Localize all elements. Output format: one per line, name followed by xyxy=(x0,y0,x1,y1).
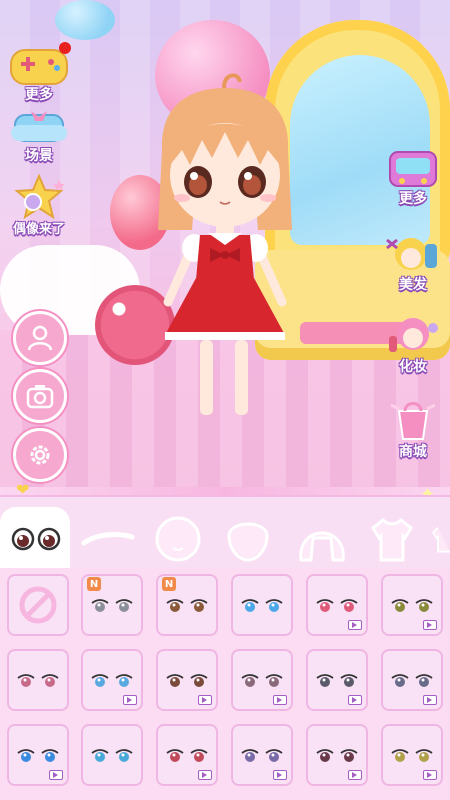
shirt-icon xyxy=(371,518,413,562)
eyebrows-tab[interactable] xyxy=(78,513,138,565)
eye-style-item[interactable] xyxy=(7,649,69,711)
eye-pair-icon xyxy=(17,674,59,687)
blue-balloon xyxy=(55,0,115,40)
eye-style-grid: NN xyxy=(0,568,450,800)
video-ad-icon xyxy=(423,770,437,780)
eye-pair-icon xyxy=(166,749,208,762)
star-trophy-icon xyxy=(9,172,69,222)
eye-pair-icon xyxy=(241,749,283,762)
eye-style-item[interactable]: N xyxy=(81,574,143,636)
video-ad-icon xyxy=(348,620,362,630)
category-tabbar xyxy=(0,495,450,570)
eye-pair-icon xyxy=(316,674,358,687)
eyes-tab[interactable] xyxy=(0,507,70,570)
eye-style-item[interactable] xyxy=(306,574,368,636)
tv-icon xyxy=(386,148,440,192)
accessory-tab[interactable] xyxy=(432,513,450,565)
eyebrow-icon xyxy=(81,532,135,546)
eye-style-item[interactable] xyxy=(306,649,368,711)
video-ad-icon xyxy=(348,695,362,705)
scene-label: 场景 xyxy=(25,148,53,164)
settings-button[interactable] xyxy=(13,428,67,482)
face-tab[interactable] xyxy=(218,513,278,565)
video-ad-icon xyxy=(423,620,437,630)
video-ad-icon xyxy=(273,770,287,780)
makeup-icon xyxy=(383,310,443,360)
more-games-button[interactable]: 更多 xyxy=(5,40,73,104)
camera-icon xyxy=(26,385,54,409)
makeup-label: 化妆 xyxy=(399,359,427,375)
video-ad-icon xyxy=(123,695,137,705)
idol-button[interactable]: 偶像来了 xyxy=(2,172,76,237)
eyes-icon xyxy=(11,527,61,550)
user-group-icon xyxy=(27,325,53,351)
new-badge: N xyxy=(162,577,176,591)
video-ad-icon xyxy=(273,695,287,705)
hair-salon-button[interactable]: 美发 xyxy=(380,228,446,294)
eye-pair-icon xyxy=(391,674,433,687)
eye-pair-icon xyxy=(316,749,358,762)
eye-style-item[interactable] xyxy=(231,724,293,786)
eye-style-item[interactable] xyxy=(231,574,293,636)
eye-style-item[interactable] xyxy=(7,724,69,786)
eye-pair-icon xyxy=(391,599,433,612)
more-games-label: 更多 xyxy=(25,87,53,103)
eye-pair-icon xyxy=(166,674,208,687)
accessory-icon xyxy=(432,526,450,553)
video-ad-icon xyxy=(348,770,362,780)
hair-salon-label: 美发 xyxy=(399,277,427,293)
eye-pair-icon xyxy=(91,599,133,612)
more-right-button[interactable]: 更多 xyxy=(383,148,443,208)
friends-button[interactable] xyxy=(13,311,67,365)
video-ad-icon xyxy=(198,695,212,705)
eye-pair-icon xyxy=(241,599,283,612)
video-ad-icon xyxy=(198,770,212,780)
new-badge: N xyxy=(87,577,101,591)
camera-button[interactable] xyxy=(13,369,67,423)
eye-style-item[interactable] xyxy=(81,724,143,786)
eye-pair-icon xyxy=(316,599,358,612)
clothes-tab[interactable] xyxy=(362,513,422,565)
sofa-icon xyxy=(7,105,71,149)
hair-icon xyxy=(299,531,345,562)
doll-character[interactable] xyxy=(150,70,300,420)
eye-style-item[interactable] xyxy=(156,724,218,786)
eye-pair-icon xyxy=(17,749,59,762)
gamepad-icon xyxy=(7,40,71,88)
eye-style-item[interactable] xyxy=(156,649,218,711)
eye-style-item[interactable] xyxy=(231,649,293,711)
video-ad-icon xyxy=(423,695,437,705)
idol-label: 偶像来了 xyxy=(12,222,65,237)
prohibited-icon xyxy=(19,586,57,624)
hair-salon-icon xyxy=(383,228,443,278)
video-ad-icon xyxy=(49,770,63,780)
eye-style-item[interactable] xyxy=(381,649,443,711)
eye-style-item[interactable]: N xyxy=(156,574,218,636)
shop-bag-icon xyxy=(383,395,443,445)
remove-item-button[interactable] xyxy=(7,574,69,636)
shop-button[interactable]: 商城 xyxy=(380,395,446,461)
gear-icon xyxy=(30,445,50,465)
mouth-tab[interactable] xyxy=(148,513,208,565)
eye-style-item[interactable] xyxy=(306,724,368,786)
face-shape-icon xyxy=(227,522,269,562)
eye-pair-icon xyxy=(166,599,208,612)
eye-pair-icon xyxy=(91,674,133,687)
eye-pair-icon xyxy=(91,749,133,762)
eye-style-item[interactable] xyxy=(381,724,443,786)
more-right-label: 更多 xyxy=(399,191,427,207)
hair-tab[interactable] xyxy=(292,513,352,565)
eye-pair-icon xyxy=(391,749,433,762)
shop-label: 商城 xyxy=(399,444,427,460)
eye-style-item[interactable] xyxy=(81,649,143,711)
eye-pair-icon xyxy=(241,674,283,687)
face-outline-icon xyxy=(155,516,201,562)
scene-button[interactable]: 场景 xyxy=(5,105,73,165)
eye-style-item[interactable] xyxy=(381,574,443,636)
makeup-button[interactable]: 化妆 xyxy=(380,310,446,376)
